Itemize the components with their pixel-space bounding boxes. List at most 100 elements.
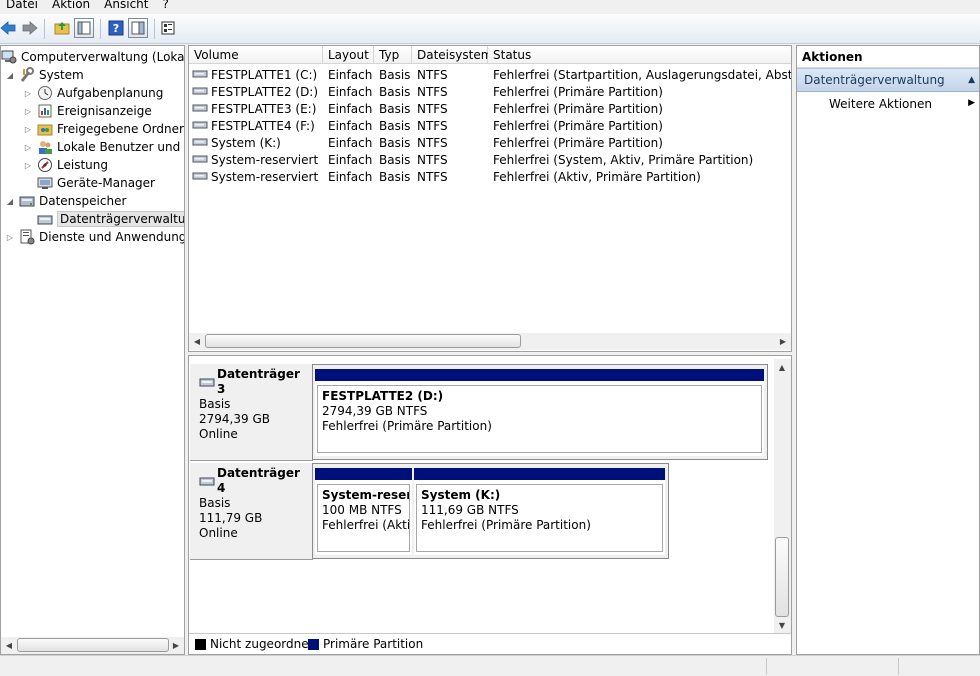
event-viewer-icon: [37, 103, 53, 119]
scroll-right-icon[interactable]: ▶: [775, 333, 791, 349]
tree-item-geraete-manager[interactable]: Geräte-Manager: [37, 174, 155, 192]
tree-item-aufgabenplanung[interactable]: ▷ Aufgabenplanung: [23, 84, 163, 102]
disk-3-info[interactable]: Datenträger 3 Basis 2794,39 GB Online: [190, 364, 313, 461]
show-hide-console-tree-icon[interactable]: [74, 18, 94, 38]
actions-header: Aktionen: [797, 46, 979, 68]
collapsed-triangle-icon[interactable]: ▷: [23, 106, 33, 116]
help-icon[interactable]: ?: [106, 18, 126, 38]
legend-primary: Primäre Partition: [308, 637, 423, 651]
partition-festplatte2[interactable]: FESTPLATTE2 (D:) 2794,39 GB NTFS Fehlerf…: [315, 369, 764, 456]
tree-item-datenspeicher[interactable]: ◢ Datenspeicher: [5, 192, 126, 210]
partition-system-k-name: System (K:): [421, 488, 501, 502]
column-header-layout[interactable]: Layout: [323, 46, 374, 64]
unallocated-swatch: [195, 638, 206, 650]
disk-3-size: 2794,39 GB: [199, 412, 270, 426]
toolbar: ?: [0, 14, 980, 44]
menu-aktion[interactable]: Aktion: [46, 0, 98, 12]
volume-name: FESTPLATTE4 (F:): [211, 119, 315, 133]
tree-horizontal-scrollbar[interactable]: ◀ ▶: [1, 637, 184, 654]
submenu-arrow-icon[interactable]: ▶: [968, 98, 975, 108]
scrollbar-thumb[interactable]: [17, 638, 169, 652]
column-header-volume[interactable]: Volume: [189, 46, 323, 64]
tree-item-datentraegerverwaltung[interactable]: Datenträgerverwaltung: [37, 210, 184, 228]
partition-system-reserviert[interactable]: System-reserv 100 MB NTFS Fehlerfrei (Ak…: [315, 468, 412, 555]
table-row[interactable]: FESTPLATTE1 (C:) Einfach Basis NTFS Fehlerfr…: [189, 67, 792, 84]
tree-item-freigegebene-ordner[interactable]: ▷ Freigegebene Ordner: [23, 120, 184, 138]
partition-system-k[interactable]: System (K:) 111,69 GB NTFS Fehlerfrei (P…: [414, 468, 665, 555]
table-row[interactable]: FESTPLATTE4 (F:) Einfach Basis NTFS Fehlerfr…: [189, 118, 789, 135]
scroll-left-icon[interactable]: ◀: [1, 637, 17, 653]
cell-dateisystem: NTFS: [417, 68, 448, 82]
collapsed-triangle-icon[interactable]: ▷: [5, 232, 15, 242]
volume-icon: [192, 67, 208, 84]
partition-festplatte2-status: Fehlerfrei (Primäre Partition): [322, 419, 492, 433]
performance-icon: [37, 157, 53, 173]
menu-datei[interactable]: Datei: [0, 0, 46, 12]
collapsed-triangle-icon[interactable]: ▷: [23, 160, 33, 170]
cell-status: Fehlerfrei (Aktiv, Primäre Partition): [493, 170, 701, 184]
tree-item-system[interactable]: ◢ System: [5, 66, 84, 84]
collapsed-triangle-icon[interactable]: ▷: [23, 88, 33, 98]
properties-icon[interactable]: [158, 18, 178, 38]
storage-icon: [19, 193, 35, 209]
menu-help[interactable]: ?: [156, 0, 176, 12]
scroll-right-icon[interactable]: ▶: [168, 637, 184, 653]
disk-4-name: Datenträger 4: [217, 466, 300, 495]
back-arrow-icon[interactable]: [0, 18, 18, 38]
cell-volume: System (K:): [192, 135, 323, 152]
volume-icon: [192, 152, 208, 169]
table-row[interactable]: FESTPLATTE3 (E:) Einfach Basis NTFS Fehlerfr…: [189, 101, 789, 118]
volume-icon: [192, 101, 208, 118]
table-row[interactable]: System-reserviert Einfach Basis NTFS Fehlerf…: [189, 152, 789, 169]
disk-3-name: Datenträger 3: [217, 367, 300, 396]
cell-volume: FESTPLATTE4 (F:): [192, 118, 323, 135]
scroll-up-icon[interactable]: ▲: [774, 359, 790, 375]
collapse-up-icon[interactable]: ▲: [968, 69, 975, 91]
services-applications-icon: [19, 229, 35, 245]
cell-typ: Basis: [379, 136, 411, 150]
table-row[interactable]: System-reserviert (J:) Einfach Basis NTFS Fe…: [189, 169, 789, 186]
show-hide-action-pane-icon[interactable]: [128, 18, 148, 38]
volume-list-horizontal-scrollbar[interactable]: ◀ ▶: [189, 333, 791, 350]
column-header-dateisystem[interactable]: Dateisystem: [412, 46, 492, 64]
action-weitere-aktionen[interactable]: Weitere Aktionen: [829, 97, 932, 111]
column-header-status[interactable]: Status: [488, 46, 791, 64]
actions-section-datentraegerverwaltung[interactable]: Datenträgerverwaltung ▲: [797, 68, 979, 92]
table-row[interactable]: FESTPLATTE2 (D:) Einfach Basis NTFS Fehlerfr…: [189, 84, 789, 101]
scroll-left-icon[interactable]: ◀: [189, 333, 205, 349]
column-header-typ[interactable]: Typ: [374, 46, 412, 64]
disk-4-size: 111,79 GB: [199, 511, 263, 525]
disk-4-state: Online: [199, 526, 238, 540]
disk-4-type: Basis: [199, 496, 231, 510]
collapsed-triangle-icon[interactable]: ▷: [23, 124, 33, 134]
legend-unallocated: Nicht zugeordnet: [195, 637, 313, 651]
tree-item-dienste[interactable]: ▷ Dienste und Anwendungen: [5, 228, 184, 246]
cell-layout: Einfach: [328, 102, 373, 116]
svg-text:?: ?: [113, 22, 119, 35]
scroll-down-icon[interactable]: ▼: [774, 617, 790, 633]
disk-4-info[interactable]: Datenträger 4 Basis 111,79 GB Online: [190, 463, 313, 560]
table-row[interactable]: System (K:) Einfach Basis NTFS Fehlerfrei (P…: [189, 135, 789, 152]
scrollbar-thumb[interactable]: [775, 537, 789, 617]
cell-dateisystem: NTFS: [417, 136, 448, 150]
tree-item-lokale-benutzer[interactable]: ▷ Lokale Benutzer und Gr: [23, 138, 184, 156]
volume-icon: [192, 118, 208, 135]
cell-status: Fehlerfrei (Startpartition, Auslagerungs…: [493, 68, 792, 82]
collapsed-triangle-icon[interactable]: ▷: [23, 142, 33, 152]
tree-item-ereignisanzeige[interactable]: ▷ Ereignisanzeige: [23, 102, 152, 120]
tree-item-leistung[interactable]: ▷ Leistung: [23, 156, 108, 174]
forward-arrow-icon[interactable]: [20, 18, 40, 38]
cell-layout: Einfach: [328, 119, 373, 133]
scrollbar-thumb[interactable]: [205, 334, 521, 348]
disk-vertical-scrollbar[interactable]: ▲ ▼: [774, 359, 791, 633]
menu-ansicht[interactable]: Ansicht: [98, 0, 156, 12]
up-folder-icon[interactable]: [52, 18, 72, 38]
task-scheduler-icon: [37, 85, 53, 101]
cell-layout: Einfach: [328, 68, 373, 82]
expanded-triangle-icon[interactable]: ◢: [5, 196, 15, 206]
menu-bar: Datei Aktion Ansicht ?: [0, 0, 980, 14]
expanded-triangle-icon[interactable]: ◢: [5, 70, 15, 80]
tree-root[interactable]: Computerverwaltung (Lokal): [1, 48, 184, 66]
volume-name: FESTPLATTE1 (C:): [211, 68, 318, 82]
volume-icon: [192, 169, 208, 186]
